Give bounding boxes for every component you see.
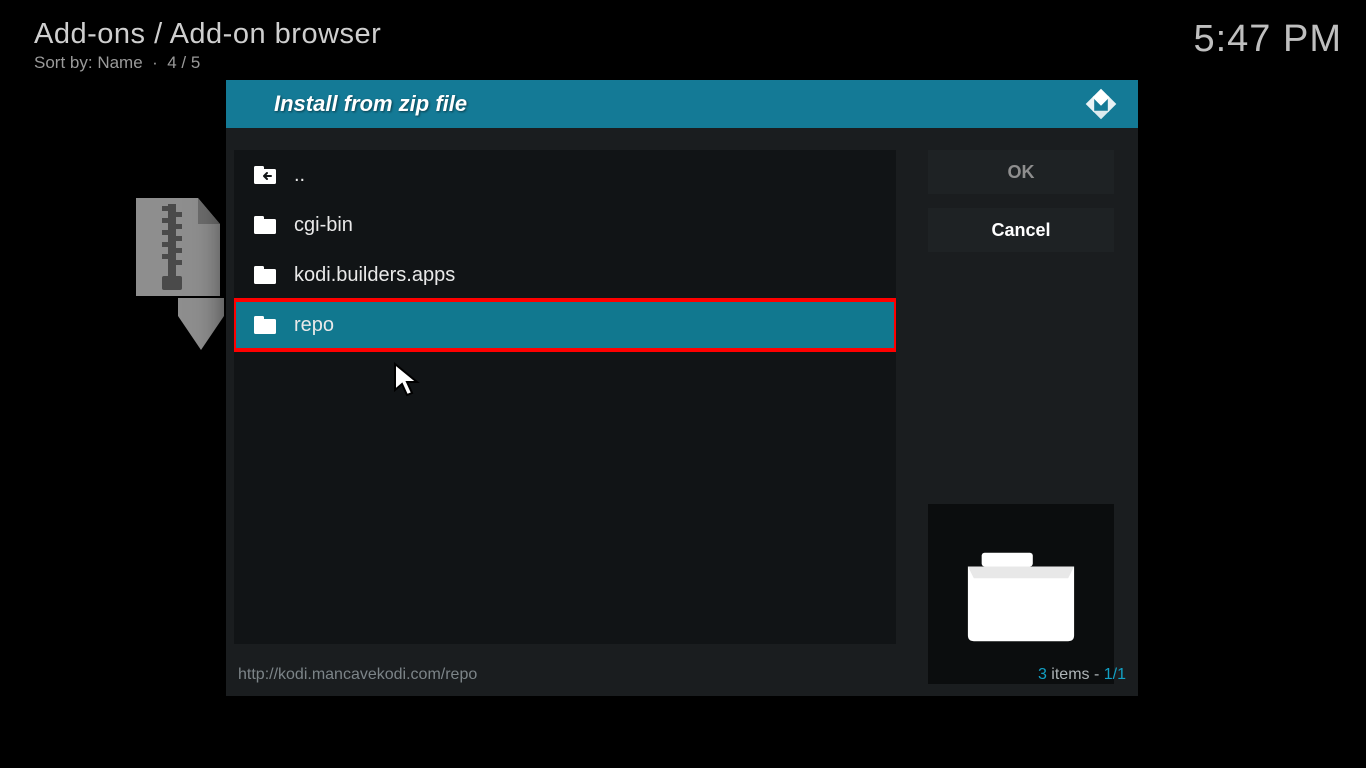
file-row-label: .. xyxy=(294,164,305,187)
page-indicator: 1/1 xyxy=(1104,666,1126,683)
dialog-title: Install from zip file xyxy=(274,91,1084,117)
install-from-zip-dialog: Install from zip file .. cgi-bin kodi.buil… xyxy=(226,80,1138,696)
folder-icon xyxy=(254,216,276,234)
file-row-label: kodi.builders.apps xyxy=(294,264,455,287)
file-row-label: repo xyxy=(294,314,334,337)
item-count: 3 xyxy=(1038,666,1047,683)
list-position: 4 / 5 xyxy=(167,53,200,72)
folder-icon xyxy=(254,316,276,334)
cancel-button[interactable]: Cancel xyxy=(928,208,1114,252)
file-row-repo[interactable]: repo xyxy=(234,300,896,350)
file-row-kodi.builders.apps[interactable]: kodi.builders.apps xyxy=(234,250,896,300)
sort-prefix: Sort by: xyxy=(34,53,97,72)
sort-value: Name xyxy=(97,53,142,72)
file-row-parent[interactable]: .. xyxy=(234,150,896,200)
items-label: items - xyxy=(1047,666,1104,683)
breadcrumb: Add-ons / Add-on browser xyxy=(34,18,1342,51)
mouse-cursor-icon xyxy=(393,362,421,398)
kodi-logo-icon xyxy=(1084,87,1118,121)
file-row-cgi-bin[interactable]: cgi-bin xyxy=(234,200,896,250)
dialog-footer: http://kodi.mancavekodi.com/repo 3 items… xyxy=(238,666,1126,684)
folder-icon xyxy=(254,266,276,284)
file-row-label: cgi-bin xyxy=(294,214,353,237)
zip-file-icon xyxy=(128,198,228,353)
sort-line: Sort by: Name · 4 / 5 xyxy=(34,53,1342,73)
file-browser-pane[interactable]: .. cgi-bin kodi.builders.apps repo xyxy=(234,150,896,644)
current-path: http://kodi.mancavekodi.com/repo xyxy=(238,666,1038,684)
ok-button[interactable]: OK xyxy=(928,150,1114,194)
clock: 5:47 PM xyxy=(1193,18,1342,61)
dialog-titlebar: Install from zip file xyxy=(226,80,1138,128)
back-folder-icon xyxy=(254,166,276,184)
preview-thumbnail xyxy=(928,504,1114,684)
